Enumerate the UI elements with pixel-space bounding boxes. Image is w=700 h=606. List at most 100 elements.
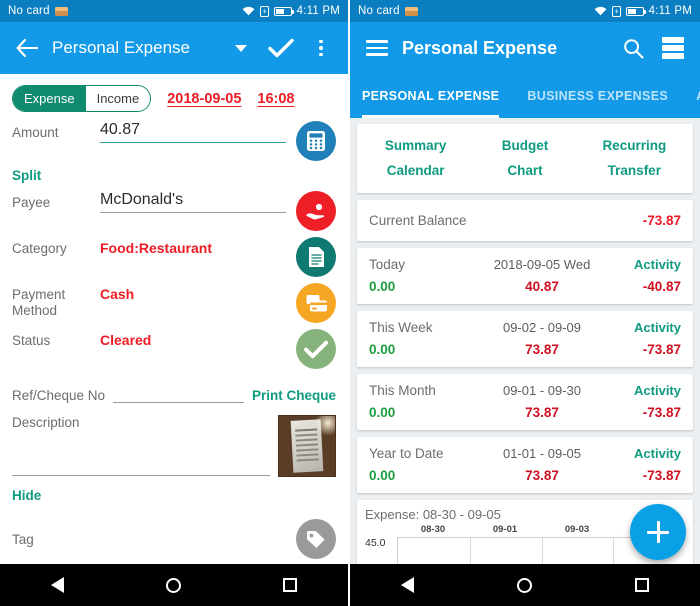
- period-net-year-to-date: -73.87: [642, 468, 681, 483]
- period-activity-link-this-month[interactable]: Activity: [615, 383, 681, 398]
- left-app-bar: Personal Expense: [0, 22, 348, 74]
- amount-row: Amount 40.87: [12, 121, 336, 167]
- quick-action-transfer[interactable]: Transfer: [580, 158, 689, 183]
- period-card-today[interactable]: Today 2018-09-05 Wed Activity 0.00 40.87…: [357, 248, 693, 304]
- calculator-icon[interactable]: [296, 121, 336, 161]
- time-field[interactable]: 16:08: [257, 91, 294, 107]
- period-activity-link-today[interactable]: Activity: [615, 257, 681, 272]
- kebab-menu-icon[interactable]: [306, 33, 336, 63]
- expense-income-toggle[interactable]: Expense Income: [12, 85, 152, 112]
- back-arrow-icon[interactable]: [12, 33, 42, 63]
- income-toggle-option[interactable]: Income: [85, 86, 151, 111]
- nav-home-icon[interactable]: [166, 577, 181, 593]
- period-values-this-week: 0.00 73.87 -73.87: [369, 342, 681, 357]
- tab-all[interactable]: AL: [682, 74, 700, 118]
- receipt-thumbnail[interactable]: [278, 415, 336, 477]
- status-bar-carrier-right: No card: [358, 5, 418, 17]
- period-name-year-to-date: Year to Date: [369, 446, 444, 461]
- period-name-this-week: This Week: [369, 320, 433, 335]
- quick-action-recurring[interactable]: Recurring: [580, 133, 689, 158]
- left-screen-transaction-form: No card 4:11 PM Personal Expense Expense…: [0, 0, 350, 606]
- current-balance-label: Current Balance: [369, 213, 467, 228]
- check-icon[interactable]: [266, 33, 296, 63]
- period-income-this-month: 0.00: [369, 405, 396, 420]
- payment-method-value[interactable]: Cash: [100, 283, 286, 302]
- hide-row: Hide: [12, 477, 336, 509]
- hamburger-menu-icon[interactable]: [362, 33, 392, 63]
- quick-actions-row-2: Calendar Chart Transfer: [361, 158, 689, 183]
- description-input[interactable]: [12, 430, 270, 476]
- wifi-icon: [242, 6, 255, 16]
- search-icon[interactable]: [618, 33, 648, 63]
- document-list-icon[interactable]: [296, 237, 336, 277]
- payment-method-value-wrap: Cash: [100, 283, 296, 302]
- payee-row: Payee McDonald's: [12, 191, 336, 237]
- period-values-today: 0.00 40.87 -40.87: [369, 279, 681, 294]
- sim-card-icon-right: [404, 6, 418, 16]
- payee-input[interactable]: McDonald's: [100, 191, 286, 213]
- description-label: Description: [12, 415, 80, 430]
- wallet-card-icon[interactable]: [296, 283, 336, 323]
- print-cheque-link[interactable]: Print Cheque: [252, 388, 336, 403]
- right-screen-account-overview: No card 4:11 PM Personal Expense PERSONA…: [350, 0, 700, 606]
- ref-cheque-input[interactable]: [113, 385, 244, 403]
- right-app-bar: Personal Expense: [350, 22, 700, 74]
- check-circle-icon[interactable]: [296, 329, 336, 369]
- hand-coin-icon[interactable]: [296, 191, 336, 231]
- expense-toggle-option[interactable]: Expense: [13, 86, 86, 111]
- category-label: Category: [12, 241, 67, 256]
- quick-action-calendar[interactable]: Calendar: [361, 158, 470, 183]
- period-expense-today: 40.87: [525, 279, 559, 294]
- list-view-icon[interactable]: [658, 33, 688, 63]
- period-card-this-month[interactable]: This Month 09-01 - 09-30 Activity 0.00 7…: [357, 374, 693, 430]
- category-value[interactable]: Food:Restaurant: [100, 237, 286, 256]
- quick-action-budget[interactable]: Budget: [470, 133, 579, 158]
- dual-screenshot-container: No card 4:11 PM Personal Expense Expense…: [0, 0, 700, 606]
- quick-actions-row-1: Summary Budget Recurring: [361, 133, 689, 158]
- hide-link[interactable]: Hide: [12, 488, 41, 503]
- tag-icon[interactable]: [296, 519, 336, 559]
- period-net-today: -40.87: [642, 279, 681, 294]
- add-plus-icon[interactable]: [630, 504, 686, 560]
- amount-input[interactable]: 40.87: [100, 121, 286, 143]
- nav-recents-icon[interactable]: [283, 578, 297, 592]
- period-expense-this-month: 73.87: [525, 405, 559, 420]
- period-activity-link-this-week[interactable]: Activity: [615, 320, 681, 335]
- battery-icon: [273, 6, 294, 16]
- chart-ytick-top: 45.0: [365, 537, 386, 549]
- sim-card-icon: [54, 6, 68, 16]
- period-activity-link-year-to-date[interactable]: Activity: [615, 446, 681, 461]
- current-balance-card[interactable]: Current Balance -73.87: [357, 200, 693, 241]
- tab-business-expenses[interactable]: BUSINESS EXPENSES: [513, 74, 682, 118]
- status-bar-right: No card 4:11 PM: [350, 0, 700, 22]
- period-values-year-to-date: 0.00 73.87 -73.87: [369, 468, 681, 483]
- period-card-this-week[interactable]: This Week 09-02 - 09-09 Activity 0.00 73…: [357, 311, 693, 367]
- period-income-year-to-date: 0.00: [369, 468, 396, 483]
- amount-label: Amount: [12, 125, 59, 140]
- period-range-today: 2018-09-05 Wed: [493, 257, 591, 272]
- ref-cheque-row: Ref/Cheque No Print Cheque: [12, 375, 336, 403]
- quick-action-chart[interactable]: Chart: [470, 158, 579, 183]
- status-value[interactable]: Cleared: [100, 329, 286, 348]
- period-header-year-to-date: Year to Date 01-01 - 09-05 Activity: [369, 446, 681, 461]
- split-link[interactable]: Split: [12, 168, 41, 183]
- tab-personal-expense[interactable]: PERSONAL EXPENSE: [362, 74, 513, 118]
- nav-home-icon-right[interactable]: [516, 577, 532, 593]
- ref-cheque-label: Ref/Cheque No: [12, 388, 106, 403]
- period-name-this-month: This Month: [369, 383, 436, 398]
- chevron-down-icon[interactable]: [226, 33, 256, 63]
- clock-label-right: 4:11 PM: [648, 5, 692, 17]
- period-net-this-week: -73.87: [642, 342, 681, 357]
- sim-icon-right: [611, 5, 621, 17]
- status-value-wrap: Cleared: [100, 329, 296, 348]
- amount-value-wrap: 40.87: [100, 121, 296, 143]
- quick-action-summary[interactable]: Summary: [361, 133, 470, 158]
- split-row: Split: [12, 167, 336, 191]
- tag-label: Tag: [12, 531, 34, 547]
- nav-back-icon[interactable]: [51, 577, 64, 593]
- wifi-icon-right: [594, 6, 607, 16]
- date-field[interactable]: 2018-09-05: [167, 91, 241, 107]
- nav-back-icon-right[interactable]: [401, 577, 415, 593]
- nav-recents-icon-right[interactable]: [634, 578, 649, 592]
- period-card-year-to-date[interactable]: Year to Date 01-01 - 09-05 Activity 0.00…: [357, 437, 693, 493]
